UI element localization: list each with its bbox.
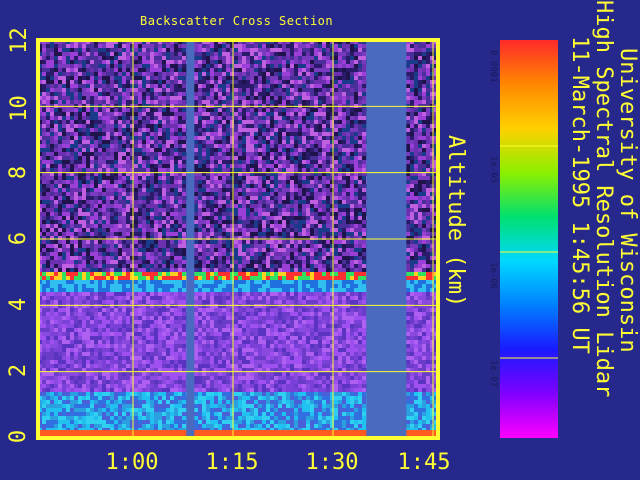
header-instrument: High Spectral Resolution Lidar xyxy=(591,0,616,398)
colorbar-tick-1e-5: 1e-05 xyxy=(488,156,498,184)
colorbar-tick-1e-6: 1e-06 xyxy=(488,262,498,290)
colorbar xyxy=(500,40,558,438)
y-tick-2: 2 xyxy=(6,363,32,378)
y-tick-12: 12 xyxy=(6,27,32,54)
y-tick-0: 0 xyxy=(6,429,32,444)
colorbar-tick-1e-4: 0.0001 xyxy=(488,50,498,83)
y-axis-label: Altitude (km) xyxy=(443,135,468,308)
x-tick-145: 1:45 xyxy=(397,450,451,475)
header-datetime: 11-March-1995 1:45:56 UT xyxy=(567,36,592,354)
x-tick-115: 1:15 xyxy=(205,450,259,475)
y-tick-6: 6 xyxy=(6,231,32,246)
header-institution: University of Wisconsin xyxy=(615,48,640,353)
colorbar-tick-1e-7: 1e-07 xyxy=(488,360,498,388)
y-tick-4: 4 xyxy=(6,297,32,312)
y-tick-8: 8 xyxy=(6,165,32,180)
x-tick-100: 1:00 xyxy=(105,450,159,475)
y-tick-10: 10 xyxy=(6,95,32,122)
x-tick-130: 1:30 xyxy=(305,450,359,475)
